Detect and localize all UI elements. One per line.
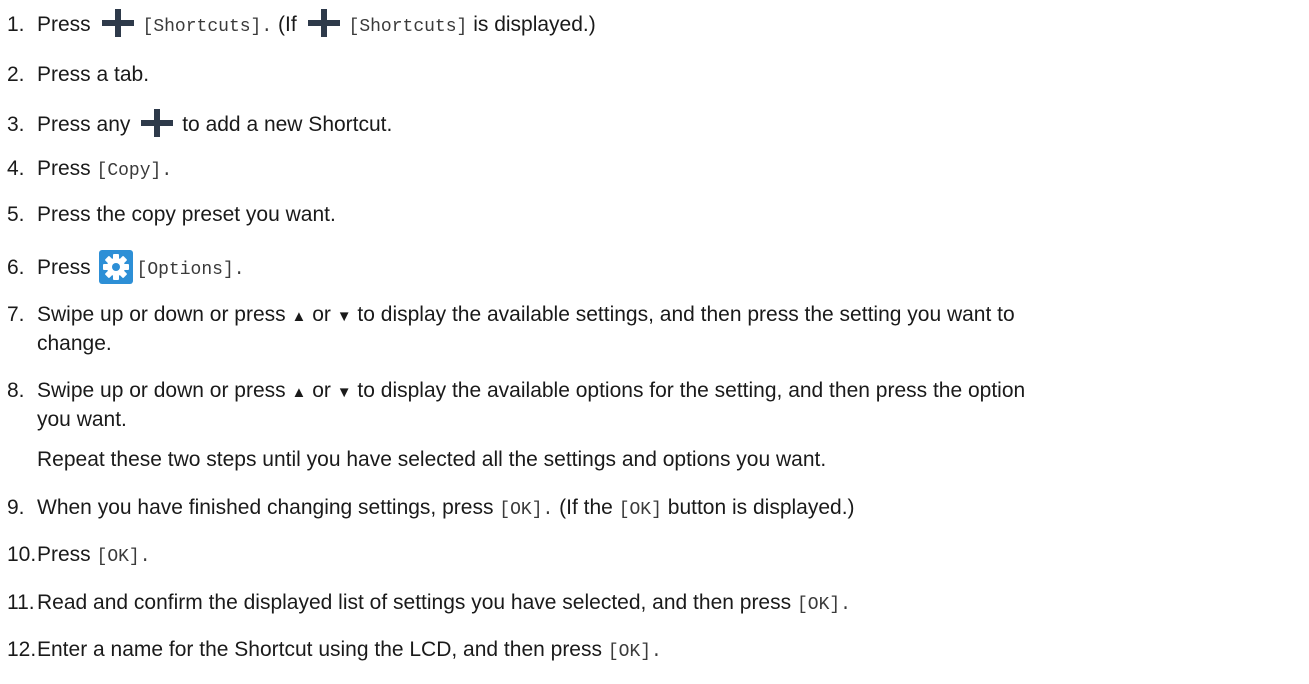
arrow-down-icon: ▼ [336, 384, 352, 401]
step-11: 11. Read and confirm the displayed list o… [7, 591, 851, 615]
step-8: 8. Swipe up or down or press ▲ or ▼ to di… [7, 379, 1026, 431]
plus-icon [101, 9, 134, 37]
step-number: 1. [7, 13, 25, 36]
step-3: 3. Press any to add a new Shortcut. [7, 108, 1297, 138]
arrow-up-icon: ▲ [291, 384, 307, 401]
plus-icon [141, 109, 174, 137]
step-1: 1. Press [Shortcuts]. (If [Shortcuts] is … [7, 8, 1297, 41]
step-4: 4. Press [Copy]. [7, 157, 173, 181]
arrow-down-icon: ▼ [336, 308, 352, 325]
step-9: 9. When you have finished changing settin… [7, 496, 855, 520]
instruction-list: 1. Press [Shortcuts]. (If [Shortcuts] is … [0, 0, 1309, 684]
plus-icon [307, 9, 340, 37]
step-12: 12.Enter a name for the Shortcut using t… [7, 638, 662, 662]
arrow-up-icon: ▲ [291, 308, 307, 325]
step-5: 5. Press the copy preset you want. [7, 203, 336, 226]
step-6: 6. Press [Options]. [7, 250, 1297, 284]
gear-icon [98, 250, 133, 284]
step-2: 2. Press a tab. [7, 63, 150, 86]
step-8-note: Repeat these two steps until you have se… [37, 448, 827, 471]
step-7: 7. Swipe up or down or press ▲ or ▼ to di… [7, 303, 1015, 355]
step-10: 10.Press [OK]. [7, 543, 151, 567]
